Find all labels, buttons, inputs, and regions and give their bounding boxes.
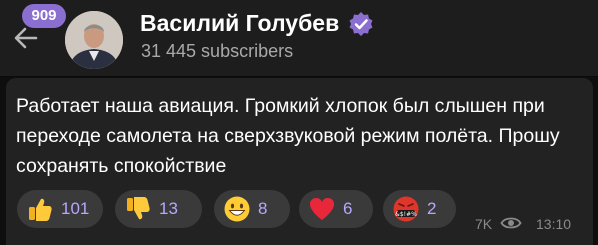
- header-divider: [0, 76, 598, 77]
- reaction-count: 101: [61, 199, 90, 218]
- reaction-count: 8: [258, 199, 268, 218]
- reaction-face-with-symbols[interactable]: &$!#% 2: [383, 190, 456, 228]
- subscriber-count: 31 445 subscribers: [141, 41, 294, 61]
- avatar[interactable]: [65, 11, 123, 69]
- thumbs-up-icon: [29, 198, 52, 221]
- eye-icon: [500, 217, 522, 229]
- channel-header: 909 Василий Голубев 31 445 subscribers: [0, 0, 598, 76]
- reaction-count: 6: [343, 199, 353, 218]
- unread-count-badge: 909: [22, 4, 66, 28]
- reaction-thumbs-down[interactable]: 13: [115, 190, 202, 228]
- red-heart-icon: [310, 198, 334, 220]
- person-photo-icon: [65, 11, 123, 69]
- thumbs-down-icon: [127, 197, 150, 220]
- reaction-thumbs-up[interactable]: 101: [17, 190, 103, 228]
- channel-title: Василий Голубев: [140, 10, 340, 36]
- reaction-red-heart[interactable]: 6: [299, 190, 373, 228]
- svg-text:&$!#%: &$!#%: [395, 211, 417, 218]
- reaction-count: 13: [159, 199, 178, 218]
- view-count: 7K: [475, 216, 493, 232]
- message-time: 13:10: [536, 216, 572, 232]
- reaction-count: 2: [427, 199, 437, 218]
- message-text: Работает наша авиация. Громкий хлопок бы…: [16, 95, 560, 177]
- face-with-symbols-icon: &$!#%: [393, 196, 419, 222]
- grinning-face-icon: [224, 196, 250, 222]
- reaction-grinning-face[interactable]: 8: [214, 190, 290, 228]
- verified-badge-icon: [349, 12, 373, 36]
